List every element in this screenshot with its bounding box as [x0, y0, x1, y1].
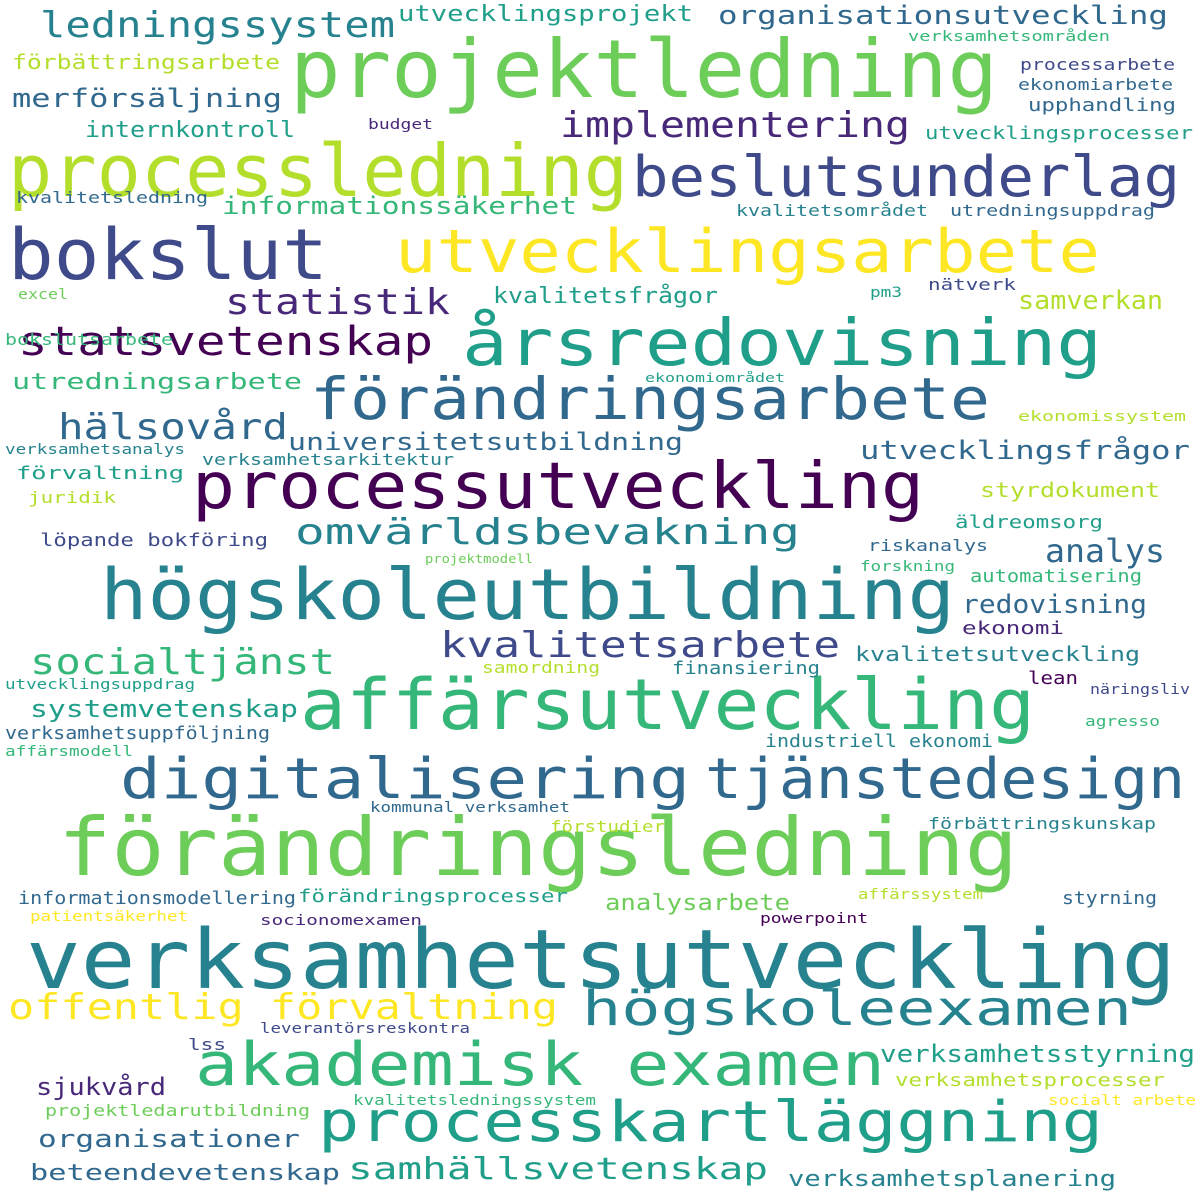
word-juridik: juridik [28, 488, 116, 507]
word-systemvetenskap: systemvetenskap [30, 695, 298, 723]
word-kvalitetsutveckling: kvalitetsutveckling [855, 642, 1140, 666]
word-ekonomi: ekonomi [962, 618, 1064, 639]
word-samverkan: samverkan [1018, 286, 1163, 316]
word-natverk: nätverk [928, 275, 1016, 294]
word-implementering: implementering [560, 105, 910, 146]
word-kommunal-verksamhet: kommunal verksamhet [370, 800, 570, 816]
word-forvaltning: förvaltning [16, 463, 184, 484]
word-organisationsutveckling: organisationsutveckling [718, 1, 1168, 31]
word-utvecklingsprojekt: utvecklingsprojekt [398, 2, 693, 27]
word-lean: lean [1028, 668, 1078, 689]
word-kvalitetsfragor: kvalitetsfrågor [493, 284, 718, 309]
word-verksamhetsarkitektur: verksamhetsarkitektur [202, 450, 454, 469]
word-ledningssystem: ledningssystem [40, 5, 395, 46]
word-bokslutsarbete: bokslutsarbete [5, 330, 173, 349]
word-utvecklingsfragor: utvecklingsfrågor [860, 436, 1190, 466]
word-beteendevetenskap: beteendevetenskap [30, 1161, 340, 1186]
word-utvecklingsarbete: utvecklingsarbete [395, 217, 1100, 287]
word-ekonomissystem: ekonomissystem [1018, 409, 1186, 425]
word-utvecklingsprocesser: utvecklingsprocesser [925, 123, 1193, 144]
word-analys: analys [1045, 532, 1165, 570]
word-hogskoleutbildning: högskoleutbildning [100, 554, 955, 636]
word-processarbete: processarbete [1020, 55, 1175, 74]
word-finansiering: finansiering [672, 658, 820, 679]
word-sjukvard: sjukvård [36, 1073, 166, 1101]
word-projektledarutbildning: projektledarutbildning [45, 1101, 310, 1120]
word-omvarldsbevakning: omvärldsbevakning [295, 512, 800, 553]
word-beslutsunderlag: beslutsunderlag [632, 145, 1180, 210]
word-aldreomsorg: äldreomsorg [955, 512, 1103, 533]
word-cloud: verksamhetsutveckling förändringsledning… [0, 0, 1200, 1200]
word-industriell-ekonomi: industriell ekonomi [765, 731, 993, 752]
word-riskanalys: riskanalys [868, 536, 988, 555]
word-forstudier: förstudier [550, 817, 665, 836]
word-hogskoleexamen: högskoleexamen [582, 981, 1132, 1037]
word-forandringsledning: förändringsledning [58, 801, 1018, 894]
word-budget: budget [368, 117, 433, 133]
word-utredningsuppdrag: utredningsuppdrag [950, 201, 1155, 220]
word-powerpoint: powerpoint [760, 911, 868, 927]
word-merforsaljning: merförsäljning [12, 84, 282, 114]
word-lss: lss [188, 1035, 226, 1054]
word-halsovard: hälsovård [58, 407, 288, 448]
word-leverantorsreskontra: leverantörsreskontra [260, 1021, 470, 1037]
word-bokslut: bokslut [8, 214, 328, 296]
word-utvecklingsuppdrag: utvecklingsuppdrag [5, 677, 195, 693]
word-redovisning: redovisning [962, 590, 1147, 620]
word-organisationer: organisationer [38, 1125, 300, 1153]
word-kvalitetsledningssystem: kvalitetsledningssystem [353, 1093, 596, 1109]
word-ekonomiarbete: ekonomiarbete [1018, 75, 1173, 94]
word-forbattringskunskap: förbättringskunskap [928, 814, 1156, 833]
word-verksamhetsprocesser: verksamhetsprocesser [895, 1070, 1165, 1091]
word-automatisering: automatisering [970, 566, 1142, 587]
word-affarsmodell: affärsmodell [5, 744, 133, 760]
word-utredningsarbete: utredningsarbete [12, 370, 302, 395]
word-samordning: samordning [482, 658, 600, 677]
word-forskning: forskning [860, 559, 955, 575]
word-akademisk-examen: akademisk examen [195, 1030, 885, 1100]
word-patientsakerhet: patientsäkerhet [30, 909, 188, 925]
word-socialt-arbete: socialt arbete [1048, 1093, 1196, 1109]
word-tjanstedesign: tjänstedesign [705, 747, 1185, 812]
word-informationsmodellering: informationsmodellering [18, 888, 296, 909]
word-naringsliv: näringsliv [1090, 682, 1190, 698]
word-verksamhetsuppfoljning: verksamhetsuppföljning [5, 723, 270, 744]
word-ekonomiomradet: ekonomiområdet [645, 371, 785, 385]
word-verksamhetsplanering: verksamhetsplanering [788, 1167, 1116, 1192]
word-affarsutveckling: affärsutveckling [300, 664, 1035, 746]
word-verksamhetsstyrning: verksamhetsstyrning [880, 1040, 1195, 1068]
word-verksamhetsomraden: verksamhetsområden [908, 29, 1110, 45]
word-kvalitetsomradet: kvalitetsområdet [736, 201, 928, 220]
word-affarssystem: affärssystem [858, 887, 983, 903]
word-agresso: agresso [1085, 714, 1160, 730]
word-styrning: styrning [1062, 888, 1157, 909]
word-kvalitetsledning: kvalitetsledning [16, 188, 208, 207]
word-informationssakerhet: informationssäkerhet [222, 192, 577, 220]
word-excel: excel [18, 287, 68, 303]
word-verksamhetsanalys: verksamhetsanalys [5, 442, 185, 458]
word-forandringsprocesser: förändringsprocesser [298, 886, 568, 907]
word-pm3: pm3 [870, 285, 902, 301]
word-styrdokument: styrdokument [980, 478, 1160, 502]
word-socialtjanst: socialtjänst [30, 642, 335, 683]
word-socionomexamen: socionomexamen [260, 913, 422, 929]
word-forbattringsarbete: förbättringsarbete [12, 50, 280, 74]
word-projektledning: projektledning [290, 23, 999, 116]
word-upphandling: upphandling [1028, 95, 1176, 116]
word-projektmodell: projektmodell [425, 552, 533, 566]
word-internkontroll: internkontroll [85, 118, 295, 143]
word-statistik: statistik [225, 282, 450, 323]
word-lopande-bokforing: löpande bokföring [40, 530, 268, 551]
word-samhallsvetenskap: samhällsvetenskap [348, 1152, 768, 1187]
